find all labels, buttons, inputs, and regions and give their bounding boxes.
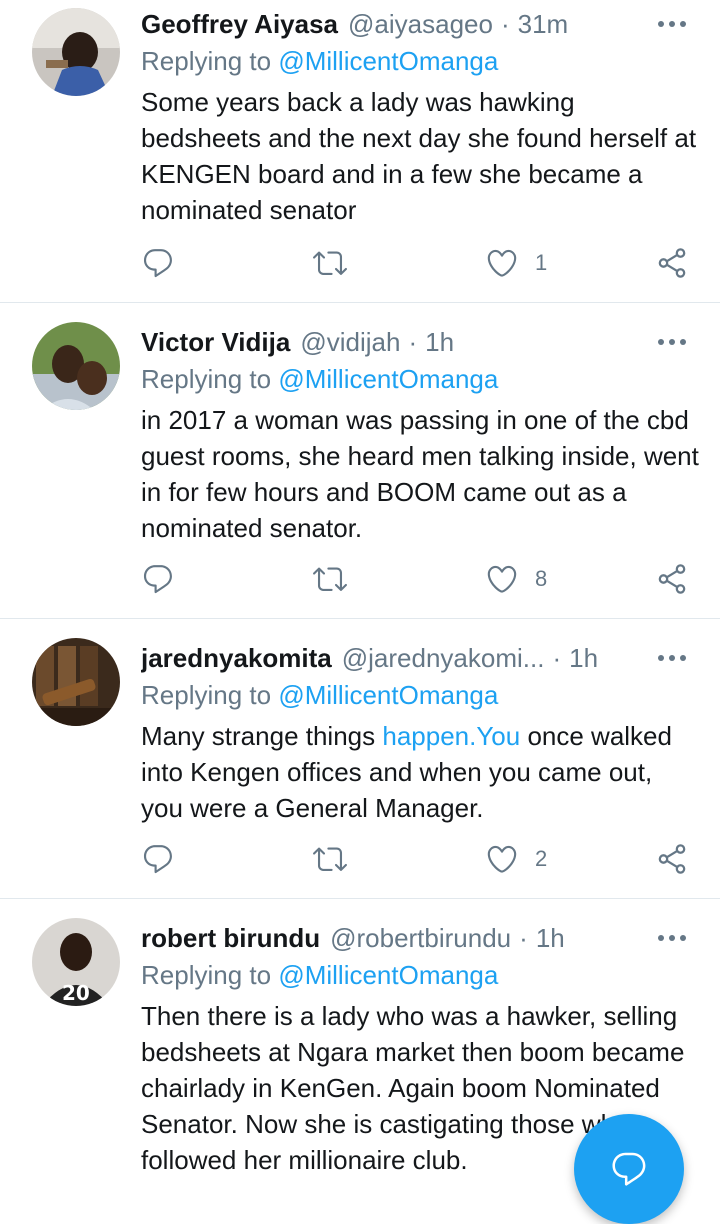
avatar[interactable] — [32, 322, 120, 410]
avatar[interactable]: 20 — [32, 918, 120, 1006]
user-handle[interactable]: @aiyasageo — [348, 9, 493, 40]
heart-icon — [487, 845, 517, 873]
timestamp[interactable]: 1h — [569, 643, 598, 674]
user-handle[interactable]: @vidijah — [300, 327, 400, 358]
display-name[interactable]: Geoffrey Aiyasa — [141, 9, 338, 40]
replying-prefix: Replying to — [141, 960, 272, 990]
share-button[interactable] — [655, 246, 689, 280]
tweet-actions: 2 — [141, 842, 701, 882]
timestamp[interactable]: 1h — [536, 923, 565, 954]
tweet-actions: 1 — [141, 246, 701, 286]
retweet-icon — [313, 847, 347, 871]
tweet-text-part: Many strange things — [141, 721, 383, 751]
reply-button[interactable] — [141, 562, 175, 596]
compose-reply-icon — [612, 1152, 646, 1186]
share-button[interactable] — [655, 842, 689, 876]
tweet-actions: 8 — [141, 562, 701, 602]
more-icon — [658, 21, 686, 27]
replying-prefix: Replying to — [141, 46, 272, 76]
like-count: 2 — [535, 846, 548, 871]
replying-to: Replying to @MillicentOmanga — [141, 960, 498, 991]
reply-icon — [143, 249, 172, 278]
replying-prefix: Replying to — [141, 680, 272, 710]
reply-icon — [143, 565, 172, 594]
share-icon — [658, 564, 686, 594]
tweet-text: Some years back a lady was hawking bedsh… — [141, 87, 697, 225]
avatar[interactable] — [32, 8, 120, 96]
separator-dot: · — [408, 326, 418, 357]
more-options-button[interactable] — [656, 648, 688, 668]
tweet[interactable]: jarednyakomita @jarednyakomi... · 1h Rep… — [0, 634, 720, 899]
compose-reply-button[interactable] — [574, 1114, 684, 1224]
heart-icon — [487, 565, 517, 593]
separator-dot: · — [552, 642, 562, 673]
like-button[interactable]: 8 — [485, 562, 547, 596]
more-icon — [658, 339, 686, 345]
more-icon — [658, 655, 686, 661]
tweet[interactable]: Geoffrey Aiyasa @aiyasageo · 31m Replyin… — [0, 0, 720, 303]
svg-text:20: 20 — [62, 981, 90, 1005]
share-icon — [658, 248, 686, 278]
more-options-button[interactable] — [656, 332, 688, 352]
replying-prefix: Replying to — [141, 364, 272, 394]
timestamp[interactable]: 1h — [425, 327, 454, 358]
separator-dot: · — [500, 8, 510, 39]
mention-link[interactable]: @MillicentOmanga — [278, 680, 498, 710]
more-options-button[interactable] — [656, 928, 688, 948]
separator-dot: · — [519, 922, 528, 953]
retweet-icon — [313, 251, 347, 275]
mention-link[interactable]: @MillicentOmanga — [278, 960, 498, 990]
mention-link[interactable]: @MillicentOmanga — [278, 46, 498, 76]
tweet-header: Geoffrey Aiyasa @aiyasageo · 31m — [141, 8, 661, 40]
heart-icon — [487, 249, 517, 277]
replying-to: Replying to @MillicentOmanga — [141, 364, 498, 395]
like-button[interactable]: 1 — [485, 246, 547, 280]
more-options-button[interactable] — [656, 14, 688, 34]
tweet-header: robert birundu @robertbirundu · 1h — [141, 922, 661, 954]
display-name[interactable]: robert birundu — [141, 923, 320, 954]
reply-button[interactable] — [141, 246, 175, 280]
tweet[interactable]: Victor Vidija @vidijah · 1h Replying to … — [0, 318, 720, 619]
user-handle[interactable]: @jarednyakomi... — [342, 643, 545, 674]
user-handle[interactable]: @robertbirundu — [330, 923, 511, 954]
retweet-button[interactable] — [313, 842, 347, 876]
inline-link[interactable]: happen.You — [382, 721, 520, 751]
timestamp[interactable]: 31m — [518, 9, 569, 40]
like-count: 8 — [535, 566, 548, 591]
tweet-header: jarednyakomita @jarednyakomi... · 1h — [141, 642, 661, 674]
avatar[interactable] — [32, 638, 120, 726]
tweet-text: in 2017 a woman was passing in one of th… — [141, 405, 699, 543]
mention-link[interactable]: @MillicentOmanga — [278, 364, 498, 394]
share-icon — [658, 844, 686, 874]
display-name[interactable]: jarednyakomita — [141, 643, 332, 674]
like-count: 1 — [535, 250, 548, 275]
tweet-header: Victor Vidija @vidijah · 1h — [141, 326, 661, 358]
retweet-icon — [313, 567, 347, 591]
retweet-button[interactable] — [313, 562, 347, 596]
like-button[interactable]: 2 — [485, 842, 547, 876]
tweet-text: Many strange things happen.You once walk… — [141, 718, 701, 826]
replying-to: Replying to @MillicentOmanga — [141, 46, 498, 77]
more-icon — [658, 935, 686, 941]
retweet-button[interactable] — [313, 246, 347, 280]
reply-button[interactable] — [141, 842, 175, 876]
reply-icon — [143, 845, 172, 874]
share-button[interactable] — [655, 562, 689, 596]
display-name[interactable]: Victor Vidija — [141, 327, 290, 358]
replying-to: Replying to @MillicentOmanga — [141, 680, 498, 711]
